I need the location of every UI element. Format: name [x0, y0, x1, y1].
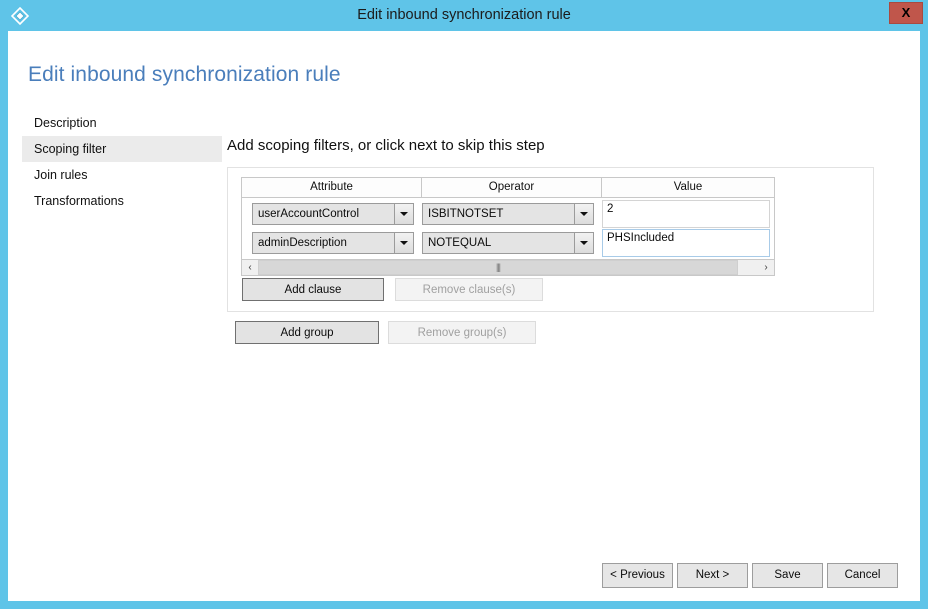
operator-dropdown-1[interactable]: ISBITNOTSET	[422, 203, 594, 225]
cell-attribute: adminDescription	[242, 229, 422, 254]
column-header-operator: Operator	[422, 178, 602, 197]
title-bar: Edit inbound synchronization rule X	[0, 0, 928, 31]
page-title: Edit inbound synchronization rule	[28, 63, 341, 86]
dialog-footer: < Previous Next > Save Cancel	[8, 563, 920, 601]
cell-value: PHSIncluded	[602, 229, 774, 257]
attribute-dropdown-1[interactable]: userAccountControl	[252, 203, 414, 225]
table-body: userAccountControl ISBITNOTSET 2 adminDe…	[241, 198, 775, 259]
column-header-attribute: Attribute	[242, 178, 422, 197]
cell-operator: NOTEQUAL	[422, 229, 602, 254]
attribute-dropdown-2[interactable]: adminDescription	[252, 232, 414, 254]
add-group-button[interactable]: Add group	[235, 321, 379, 344]
cell-attribute: userAccountControl	[242, 200, 422, 225]
instruction-text: Add scoping filters, or click next to sk…	[227, 137, 545, 154]
scroll-right-icon[interactable]: ›	[758, 260, 774, 275]
value-input-2[interactable]: PHSIncluded	[602, 229, 770, 257]
scoping-filter-group-panel: Attribute Operator Value userAccountCont…	[227, 167, 874, 312]
previous-button[interactable]: < Previous	[602, 563, 673, 588]
attribute-dropdown-1-value: userAccountControl	[258, 208, 359, 220]
table-row: adminDescription NOTEQUAL PHSIncluded	[242, 229, 774, 258]
table-row: userAccountControl ISBITNOTSET 2	[242, 200, 774, 229]
operator-dropdown-2-value: NOTEQUAL	[428, 237, 492, 249]
horizontal-scrollbar[interactable]: ‹ ||| ›	[241, 259, 775, 276]
cancel-button[interactable]: Cancel	[827, 563, 898, 588]
scrollbar-thumb[interactable]: |||	[258, 260, 738, 275]
close-icon[interactable]: X	[889, 2, 923, 24]
sidebar-item-scoping-filter[interactable]: Scoping filter	[22, 136, 222, 162]
sidebar-item-join-rules[interactable]: Join rules	[22, 162, 222, 188]
chevron-down-icon[interactable]	[394, 233, 413, 253]
chevron-down-icon[interactable]	[394, 204, 413, 224]
dialog-client-area: Edit inbound synchronization rule Descri…	[8, 31, 920, 601]
scrollbar-track[interactable]: |||	[258, 260, 758, 275]
value-input-1[interactable]: 2	[602, 200, 770, 228]
next-button[interactable]: Next >	[677, 563, 748, 588]
remove-clause-button: Remove clause(s)	[395, 278, 543, 301]
save-button[interactable]: Save	[752, 563, 823, 588]
cell-operator: ISBITNOTSET	[422, 200, 602, 225]
clause-table: Attribute Operator Value userAccountCont…	[241, 177, 775, 276]
sidebar-item-transformations[interactable]: Transformations	[22, 188, 222, 214]
column-header-value: Value	[602, 178, 774, 197]
attribute-dropdown-2-value: adminDescription	[258, 237, 347, 249]
table-header-row: Attribute Operator Value	[241, 177, 775, 198]
add-clause-button[interactable]: Add clause	[242, 278, 384, 301]
remove-group-button: Remove group(s)	[388, 321, 536, 344]
chevron-down-icon[interactable]	[574, 233, 593, 253]
cell-value: 2	[602, 200, 774, 228]
sidebar-nav: Description Scoping filter Join rules Tr…	[22, 110, 222, 214]
dialog-window: Edit inbound synchronization rule X Edit…	[0, 0, 928, 609]
window-title: Edit inbound synchronization rule	[357, 7, 571, 23]
chevron-down-icon[interactable]	[574, 204, 593, 224]
scroll-left-icon[interactable]: ‹	[242, 260, 258, 275]
operator-dropdown-2[interactable]: NOTEQUAL	[422, 232, 594, 254]
operator-dropdown-1-value: ISBITNOTSET	[428, 208, 504, 220]
sidebar-item-description[interactable]: Description	[22, 110, 222, 136]
